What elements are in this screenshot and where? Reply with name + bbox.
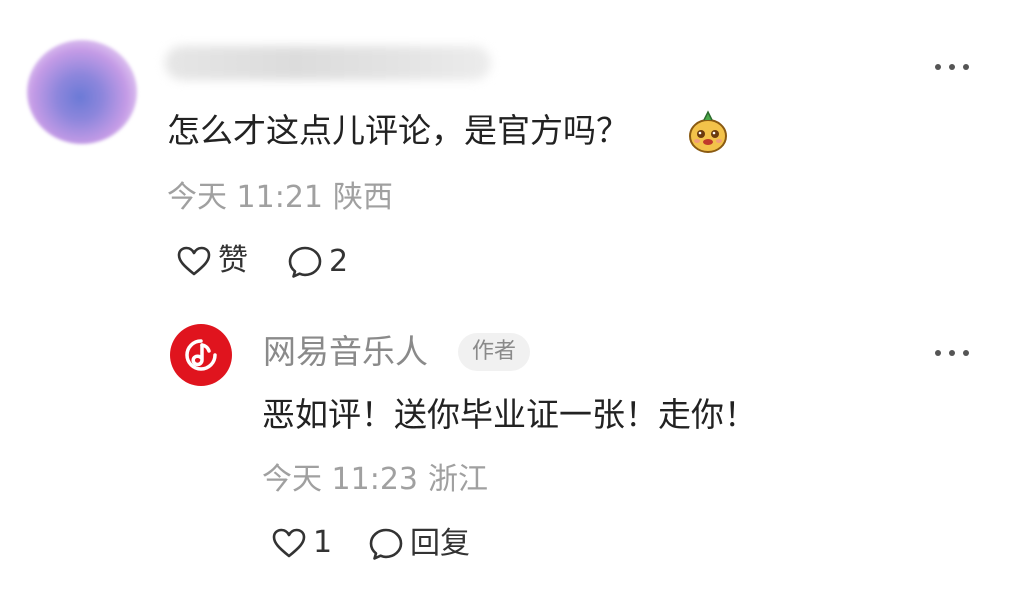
- reply-reply-label: 回复: [410, 526, 470, 561]
- reply-time: 今天 11:23: [262, 462, 418, 497]
- author-avatar[interactable]: [170, 324, 232, 386]
- reply-reply-button[interactable]: 回复: [368, 527, 470, 561]
- comment-location: 陕西: [333, 180, 393, 215]
- netease-music-logo: [185, 339, 217, 371]
- comment-text: 怎么才这点儿评论，是官方吗？: [167, 111, 629, 150]
- reply-more-button[interactable]: [932, 341, 972, 365]
- reply-like-button[interactable]: 1: [271, 527, 332, 559]
- comment-like-button[interactable]: 赞: [176, 245, 248, 277]
- author-name[interactable]: 网易音乐人: [263, 335, 428, 368]
- author-badge: 作者: [458, 333, 531, 371]
- commenter-avatar[interactable]: [27, 40, 137, 144]
- comment-more-button[interactable]: [932, 55, 972, 79]
- heart-outline-icon: [177, 246, 211, 276]
- reply-text: 恶如评！送你毕业证一张！走你！: [262, 395, 757, 434]
- comment-reply-count: 2: [329, 244, 349, 279]
- comment-reply-button[interactable]: 2: [287, 245, 348, 279]
- comment-meta: 今天 11:21 陕西: [167, 183, 403, 213]
- more-dots-icon: [935, 350, 969, 356]
- more-dots-icon: [935, 64, 969, 70]
- comment-bubble-icon: [288, 246, 322, 278]
- commenter-name-blurred[interactable]: [165, 46, 491, 80]
- reply-location: 浙江: [428, 462, 488, 497]
- comment-bubble-icon: [369, 528, 403, 560]
- comment-like-label: 赞: [218, 243, 248, 278]
- reply-meta: 今天 11:23 浙江: [262, 465, 498, 495]
- cheeky-face-emoji: [689, 110, 727, 153]
- comment-time: 今天 11:21: [167, 180, 323, 215]
- reply-like-count: 1: [313, 525, 333, 560]
- heart-outline-icon: [272, 528, 306, 558]
